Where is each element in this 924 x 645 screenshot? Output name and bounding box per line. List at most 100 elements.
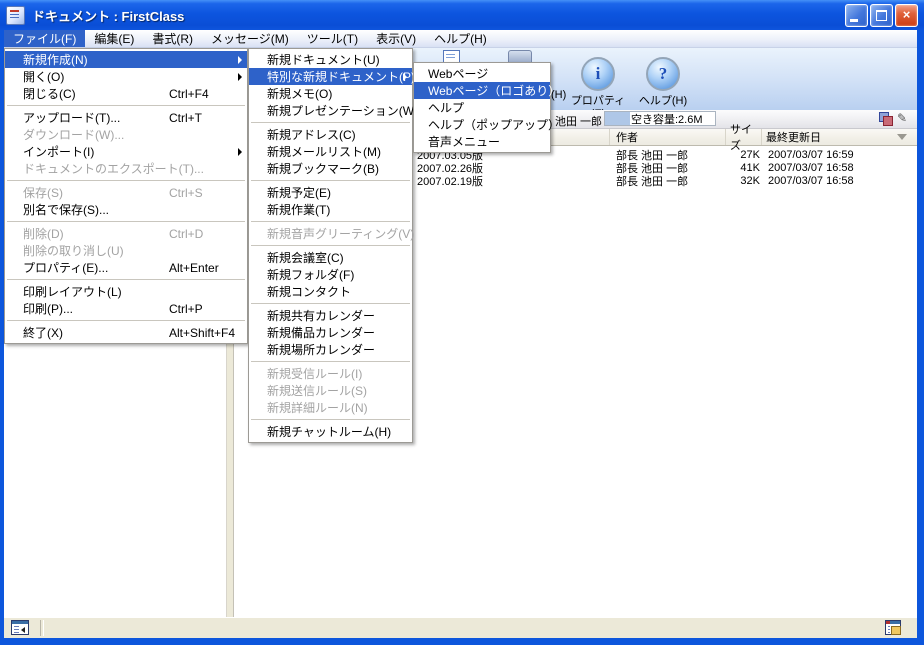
menu-item-label: 新規受信ルール(I) [267, 365, 362, 382]
menu-item[interactable]: 新規メールリスト(M) [249, 143, 412, 160]
app-icon [6, 6, 25, 25]
menu-item[interactable]: 終了(X) Alt+Shift+F4 [5, 324, 247, 341]
menu-separator [7, 105, 245, 106]
menu-item[interactable]: 別名で保存(S)... [5, 201, 247, 218]
menu-item[interactable]: 新規予定(E) [249, 184, 412, 201]
menu-item[interactable]: Webページ（ロゴあり） [414, 82, 550, 99]
menu-item[interactable]: 音声メニュー [414, 133, 550, 150]
menu-item[interactable]: 新規受信ルール(I) [249, 365, 412, 382]
menu-item[interactable]: 新規コンタクト [249, 283, 412, 300]
window-title: ドキュメント : FirstClass [32, 6, 184, 25]
statusbar-divider [40, 620, 44, 636]
menu-item[interactable]: 印刷(P)... Ctrl+P [5, 300, 247, 317]
menu-separator [251, 245, 410, 246]
menubar-item-label: 書式(R) [152, 30, 193, 47]
menu-item[interactable]: 削除の取り消し(U) [5, 242, 247, 259]
menu-item[interactable]: 保存(S) Ctrl+S [5, 184, 247, 201]
file-size: 41K [726, 162, 762, 174]
toolbar-button-icon: i [581, 57, 615, 91]
menu-item[interactable]: 新規アドレス(C) [249, 126, 412, 143]
maximize-button[interactable] [870, 4, 893, 27]
menu-item[interactable]: 新規ドキュメント(U) [249, 51, 412, 68]
menu-item-label: 削除(D) [23, 225, 64, 242]
menu-item[interactable]: 新規共有カレンダー [249, 307, 412, 324]
menu-item[interactable]: 新規音声グリーティング(V) [249, 225, 412, 242]
pane-toggle-icon[interactable] [11, 620, 29, 635]
menu-bar: ファイル(F) 編集(E) 書式(R) メッセージ(M) ツール(T) 表示(V… [4, 30, 917, 48]
layered-squares-icon[interactable] [878, 111, 893, 126]
menu-item-label: 保存(S) [23, 184, 63, 201]
menu-item-label: 特別な新規ドキュメント(P) [267, 68, 415, 85]
menu-item[interactable]: 新規フォルダ(F) [249, 266, 412, 283]
menu-item[interactable]: ヘルプ [414, 99, 550, 116]
menubar-item[interactable]: ツール(T) [298, 30, 367, 47]
menu-item[interactable]: 新規場所カレンダー [249, 341, 412, 358]
column-header-date-label: 最終更新日 [766, 129, 821, 145]
menu-item-shortcut: Ctrl+F4 [169, 87, 209, 101]
menu-item-shortcut: Ctrl+T [169, 111, 202, 125]
menu-item[interactable]: 新規メモ(O) [249, 85, 412, 102]
menu-separator [251, 419, 410, 420]
menubar-item[interactable]: ファイル(F) [4, 30, 85, 47]
window-controls: × [845, 4, 918, 27]
sort-descending-icon[interactable] [897, 134, 907, 140]
menu-separator [7, 180, 245, 181]
menu-item-label: プロパティ(E)... [23, 259, 108, 276]
menu-item-label: 新規会議室(C) [267, 249, 344, 266]
menubar-item-label: ファイル(F) [13, 30, 76, 47]
menu-item[interactable]: 新規会議室(C) [249, 249, 412, 266]
menu-item-label: 新規詳細ルール(N) [267, 399, 368, 416]
menubar-item[interactable]: ヘルプ(H) [425, 30, 496, 47]
menubar-item[interactable]: メッセージ(M) [202, 30, 298, 47]
menubar-item[interactable]: 編集(E) [85, 30, 143, 47]
menu-item-label: 音声メニュー [428, 133, 500, 150]
file-date: 2007/03/07 16:58 [762, 162, 917, 174]
menubar-item-label: メッセージ(M) [211, 30, 289, 47]
column-header-size[interactable]: サイズ [726, 129, 762, 145]
menu-item[interactable]: 新規詳細ルール(N) [249, 399, 412, 416]
menu-item-label: 新規プレゼンテーション(W) [267, 102, 418, 119]
menu-separator [251, 361, 410, 362]
menu-item[interactable]: 閉じる(C) Ctrl+F4 [5, 85, 247, 102]
menu-item[interactable]: 印刷レイアウト(L) [5, 283, 247, 300]
menu-item[interactable]: 新規作成(N) [5, 51, 247, 68]
menu-item-label: 終了(X) [23, 324, 63, 341]
menu-item-label: アップロード(T)... [23, 109, 120, 126]
menu-item[interactable]: 新規送信ルール(S) [249, 382, 412, 399]
column-header-date[interactable]: 最終更新日 [762, 129, 917, 145]
close-button[interactable]: × [895, 4, 918, 27]
menu-item[interactable]: 新規チャットルーム(H) [249, 423, 412, 440]
maximize-icon [876, 10, 887, 21]
menubar-item[interactable]: 表示(V) [367, 30, 425, 47]
capacity-gauge: 空き容量:2.6M [604, 111, 716, 126]
menu-item[interactable]: 新規プレゼンテーション(W) [249, 102, 412, 119]
menu-item-shortcut: Alt+Enter [169, 261, 219, 275]
menu-item[interactable]: アップロード(T)... Ctrl+T [5, 109, 247, 126]
menu-item-shortcut: Ctrl+S [169, 186, 203, 200]
toolbar-button[interactable]: ? ヘルプ(H) [630, 57, 696, 108]
menu-item[interactable]: 新規ブックマーク(B) [249, 160, 412, 177]
menu-item[interactable]: ドキュメントのエクスポート(T)... [5, 160, 247, 177]
menu-item-label: 印刷レイアウト(L) [23, 283, 122, 300]
menu-item[interactable]: 特別な新規ドキュメント(P) [249, 68, 412, 85]
column-header-author[interactable]: 作者 [610, 129, 726, 145]
menu-item[interactable]: 新規備品カレンダー [249, 324, 412, 341]
menu-item[interactable]: プロパティ(E)... Alt+Enter [5, 259, 247, 276]
menu-item-label: 開く(O) [23, 68, 64, 85]
menu-item-label: 新規アドレス(C) [267, 126, 356, 143]
menu-item[interactable]: 新規作業(T) [249, 201, 412, 218]
user-name: 池田 一郎 [555, 113, 602, 129]
menu-item-label: 削除の取り消し(U) [23, 242, 124, 259]
minimize-button[interactable] [845, 4, 868, 27]
menu-item[interactable]: 削除(D) Ctrl+D [5, 225, 247, 242]
menu-item[interactable]: ヘルプ（ポップアップ） [414, 116, 550, 133]
pencil-icon[interactable]: ✎ [897, 111, 907, 126]
menubar-item[interactable]: 書式(R) [143, 30, 202, 47]
menu-item[interactable]: Webページ [414, 65, 550, 82]
menu-item[interactable]: ダウンロード(W)... [5, 126, 247, 143]
menu-item[interactable]: インポート(I) [5, 143, 247, 160]
view-mode-icon[interactable] [885, 620, 901, 635]
menu-item-label: 新規チャットルーム(H) [267, 423, 391, 440]
file-menu: 新規作成(N) 開く(O) 閉じる(C) Ctrl+F4 アップロード(T)..… [4, 48, 248, 344]
menu-item[interactable]: 開く(O) [5, 68, 247, 85]
